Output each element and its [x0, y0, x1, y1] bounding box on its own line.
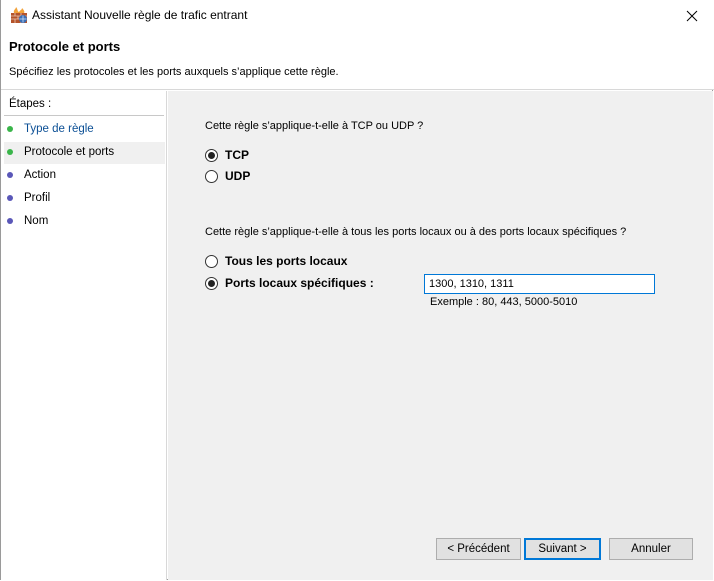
- radio-all-local-ports[interactable]: Tous les ports locaux: [205, 252, 347, 270]
- wizard-content: Cette règle s’applique-t-elle à TCP ou U…: [168, 91, 713, 580]
- radio-specific-local-ports[interactable]: Ports locaux spécifiques :: [205, 274, 374, 292]
- back-button[interactable]: < Précédent: [436, 538, 521, 560]
- step-label: Type de règle: [24, 123, 94, 135]
- radio-tcp-label: TCP: [225, 148, 249, 162]
- protocol-question: Cette règle s’applique-t-elle à TCP ou U…: [205, 120, 424, 132]
- ports-question: Cette règle s’applique-t-elle à tous les…: [205, 226, 627, 238]
- radio-unselected-icon: [205, 169, 218, 183]
- radio-specific-ports-label: Ports locaux spécifiques :: [225, 276, 374, 290]
- radio-unselected-icon: [205, 254, 218, 268]
- window-title: Assistant Nouvelle règle de trafic entra…: [32, 8, 248, 22]
- step-action[interactable]: Action: [4, 165, 165, 187]
- radio-udp-label: UDP: [225, 169, 251, 183]
- radio-selected-icon: [205, 276, 218, 290]
- close-button[interactable]: [669, 0, 714, 31]
- step-current-dot-icon: [7, 149, 13, 155]
- steps-heading: Étapes :: [9, 98, 52, 110]
- title-bar: Assistant Nouvelle règle de trafic entra…: [1, 0, 714, 31]
- step-label: Protocole et ports: [24, 146, 115, 158]
- step-profil[interactable]: Profil: [4, 188, 165, 210]
- step-nom[interactable]: Nom: [4, 211, 165, 233]
- radio-udp[interactable]: UDP: [205, 167, 250, 185]
- step-type-de-regle[interactable]: Type de règle: [4, 119, 165, 141]
- step-label: Profil: [24, 192, 51, 204]
- radio-tcp[interactable]: TCP: [205, 146, 249, 164]
- step-protocole-et-ports[interactable]: Protocole et ports: [4, 142, 165, 164]
- step-label: Nom: [24, 215, 49, 227]
- local-ports-input[interactable]: [424, 274, 655, 294]
- radio-selected-icon: [205, 148, 218, 162]
- wizard-header: Protocole et ports Spécifiez les protoco…: [1, 31, 714, 90]
- page-description: Spécifiez les protocoles et les ports au…: [9, 66, 339, 78]
- steps-divider: [4, 115, 164, 116]
- step-pending-dot-icon: [7, 172, 13, 178]
- step-pending-dot-icon: [7, 195, 13, 201]
- cancel-button[interactable]: Annuler: [609, 538, 693, 560]
- step-label: Action: [24, 169, 56, 181]
- ports-example-hint: Exemple : 80, 443, 5000-5010: [430, 296, 578, 308]
- radio-all-ports-label: Tous les ports locaux: [225, 254, 348, 268]
- next-button[interactable]: Suivant >: [524, 538, 601, 560]
- step-pending-dot-icon: [7, 218, 13, 224]
- steps-sidebar: Étapes : Type de règle Protocole et port…: [1, 91, 167, 580]
- wizard-window: Assistant Nouvelle règle de trafic entra…: [0, 0, 714, 580]
- page-title: Protocole et ports: [9, 39, 121, 54]
- firewall-icon: [11, 7, 27, 23]
- step-done-dot-icon: [7, 126, 13, 132]
- close-icon: [686, 10, 698, 21]
